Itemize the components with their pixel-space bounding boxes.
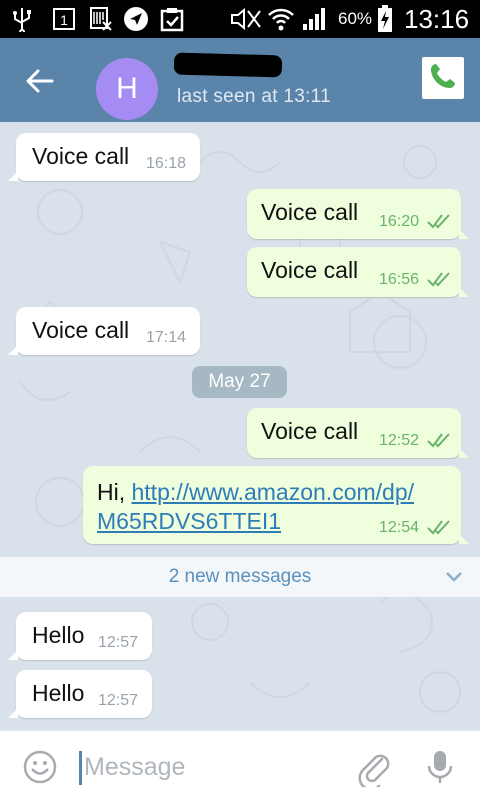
message-bubble-outgoing[interactable]: Voice call 16:20	[247, 189, 469, 239]
message-time: 12:57	[98, 634, 139, 651]
link-line-1: http://www.amazon.com/dp/	[131, 479, 415, 505]
date-label: May 27	[208, 371, 271, 392]
message-link[interactable]: http://www.amazon.com/dp/M65RDVS6TTEI1	[97, 479, 414, 534]
message-bubble-outgoing[interactable]: Voice call 12:52	[247, 408, 469, 458]
message-time: 16:18	[146, 155, 187, 172]
back-arrow-icon[interactable]	[22, 64, 62, 98]
chevron-down-icon[interactable]	[444, 568, 464, 586]
mute-icon	[230, 6, 262, 32]
avatar-letter: H	[116, 72, 138, 105]
chat-header: H last seen at 13:11	[0, 38, 480, 122]
message-input[interactable]	[84, 747, 324, 787]
date-separator: May 27	[192, 366, 287, 398]
double-check-icon	[427, 520, 450, 535]
clock: 13:16	[404, 3, 470, 34]
message-composer	[0, 730, 480, 801]
last-seen-status: last seen at 13:11	[177, 86, 331, 107]
message-time: 12:52	[379, 432, 420, 449]
emoji-icon[interactable]	[22, 749, 58, 785]
message-list[interactable]: Voice call 16:18 Voice call 16:20 Voice …	[0, 122, 480, 730]
call-button[interactable]	[422, 57, 464, 99]
double-check-icon	[427, 272, 450, 287]
message-bubble-incoming[interactable]: Hello 12:57	[8, 612, 152, 660]
message-text: Voice call	[261, 418, 359, 444]
avatar[interactable]: H	[96, 58, 158, 120]
battery-charging-icon	[376, 5, 394, 32]
wifi-icon	[266, 6, 296, 32]
mic-icon[interactable]	[426, 747, 454, 787]
new-messages-label: 2 new messages	[168, 566, 312, 587]
new-messages-divider[interactable]: 2 new messages	[0, 557, 480, 597]
message-prefix: Hi,	[97, 479, 132, 505]
status-bar: 1 60% 13:16	[0, 0, 480, 38]
link-line-2: M65RDVS6TTEI1	[97, 508, 282, 534]
message-text: Hello	[32, 680, 85, 706]
message-bubble-incoming[interactable]: Voice call 17:14	[8, 307, 200, 355]
double-check-icon	[427, 433, 450, 448]
message-bubble-outgoing[interactable]: Voice call 16:56	[247, 247, 469, 297]
sim-icon: 1	[52, 6, 76, 32]
message-text: Hi, http://www.amazon.com/dp/M65RDVS6TTE…	[97, 478, 414, 536]
battery-percentage: 60%	[338, 9, 373, 28]
message-bubble-incoming[interactable]: Voice call 16:18	[8, 133, 200, 181]
message-bubble-incoming[interactable]: Hello 12:57	[8, 670, 152, 718]
message-text: Hello	[32, 622, 85, 648]
usb-icon	[10, 6, 34, 32]
sim-number: 1	[60, 12, 68, 28]
signal-icon	[300, 6, 330, 32]
location-icon	[122, 6, 150, 32]
message-text: Voice call	[32, 317, 130, 343]
clipboard-check-icon	[158, 6, 186, 32]
contact-name-redacted[interactable]	[173, 52, 283, 78]
message-time: 12:54	[379, 519, 420, 536]
message-time: 16:20	[379, 213, 420, 230]
message-text: Voice call	[261, 257, 359, 283]
message-time: 17:14	[146, 329, 187, 346]
message-bubble-outgoing[interactable]: Hi, http://www.amazon.com/dp/M65RDVS6TTE…	[83, 466, 469, 544]
barcode-icon	[88, 6, 114, 32]
attach-icon[interactable]	[356, 747, 392, 791]
phone-icon	[427, 60, 459, 97]
message-time: 16:56	[379, 271, 420, 288]
text-cursor	[79, 751, 82, 785]
double-check-icon	[427, 214, 450, 229]
message-text: Voice call	[32, 143, 130, 169]
message-text: Voice call	[261, 199, 359, 225]
message-time: 12:57	[98, 692, 139, 709]
